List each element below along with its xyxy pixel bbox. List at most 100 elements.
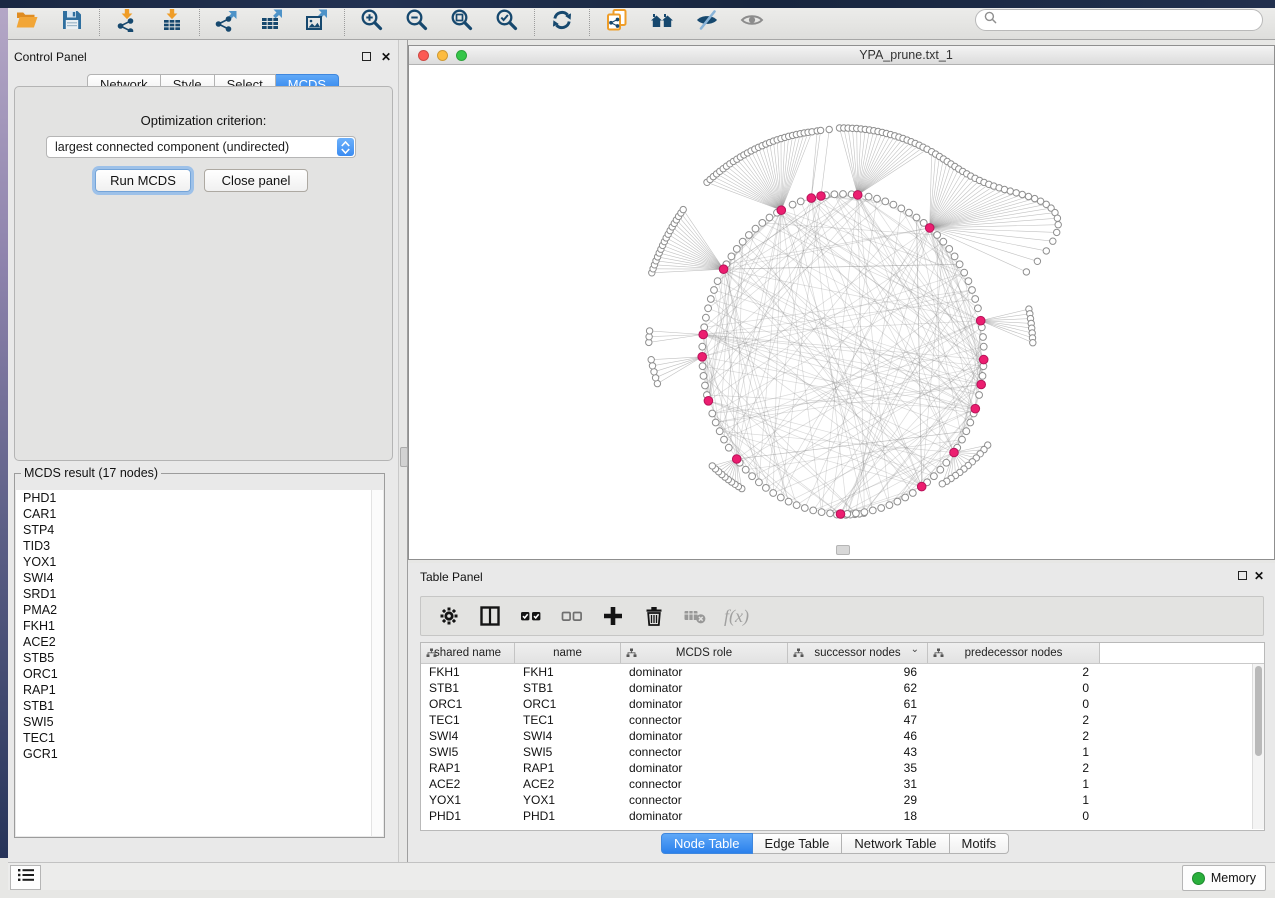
network-node[interactable] <box>965 278 972 285</box>
memory-button[interactable]: Memory <box>1182 865 1266 891</box>
network-node[interactable] <box>702 382 709 389</box>
network-node[interactable] <box>810 507 817 514</box>
column-header-MCDS-role[interactable]: MCDS role <box>621 643 788 663</box>
show-graphics-details-icon[interactable] <box>740 8 764 32</box>
network-node[interactable] <box>763 485 770 492</box>
table-options-icon[interactable] <box>437 604 461 628</box>
network-node[interactable] <box>1030 340 1036 346</box>
table-row[interactable]: STB1STB1dominator620 <box>421 680 1264 696</box>
mcds-result-list[interactable]: PHD1CAR1STP4TID3YOX1SWI4SRD1PMA2FKH1ACE2… <box>16 490 383 836</box>
toggle-columns-icon[interactable] <box>478 604 502 628</box>
mcds-network-node[interactable] <box>836 510 845 519</box>
import-network-icon[interactable] <box>115 8 139 32</box>
close-panel-button[interactable]: Close panel <box>204 169 308 192</box>
mcds-result-item[interactable]: ORC1 <box>16 666 383 682</box>
network-node[interactable] <box>976 392 983 399</box>
network-node[interactable] <box>1050 238 1056 244</box>
mcds-network-node[interactable] <box>698 353 707 362</box>
mcds-result-item[interactable]: TEC1 <box>16 730 383 746</box>
network-node[interactable] <box>680 206 686 212</box>
network-node[interactable] <box>709 463 715 469</box>
network-node[interactable] <box>827 510 834 517</box>
mcds-result-item[interactable]: FKH1 <box>16 618 383 634</box>
network-node[interactable] <box>1055 222 1061 228</box>
mcds-network-node[interactable] <box>950 448 959 457</box>
column-header-name[interactable]: name <box>515 643 621 663</box>
mcds-network-node[interactable] <box>977 380 986 389</box>
mcds-network-node[interactable] <box>925 224 934 233</box>
network-node[interactable] <box>707 296 714 303</box>
network-node[interactable] <box>886 502 893 509</box>
network-node[interactable] <box>865 193 872 200</box>
network-node[interactable] <box>818 509 825 516</box>
mcds-network-node[interactable] <box>704 397 713 406</box>
network-node[interactable] <box>770 490 777 497</box>
network-node[interactable] <box>649 363 655 369</box>
first-neighbors-icon[interactable] <box>650 8 674 32</box>
table-row[interactable]: FKH1FKH1dominator962 <box>421 664 1264 680</box>
mcds-network-node[interactable] <box>732 455 741 464</box>
network-node[interactable] <box>766 214 773 221</box>
mcds-network-node[interactable] <box>917 482 926 491</box>
mcds-list-scrollbar[interactable] <box>371 490 383 836</box>
tab-node-table[interactable]: Node Table <box>661 833 753 854</box>
zoom-selected-icon[interactable] <box>495 8 519 32</box>
network-node[interactable] <box>963 428 970 435</box>
network-node[interactable] <box>793 502 800 509</box>
window-close-icon[interactable] <box>418 50 429 61</box>
network-node[interactable] <box>1023 269 1029 275</box>
network-node[interactable] <box>714 278 721 285</box>
mcds-network-node[interactable] <box>971 404 980 413</box>
select-all-rows-icon[interactable] <box>519 604 543 628</box>
column-header-predecessor-nodes[interactable]: predecessor nodes <box>928 643 1100 663</box>
mcds-result-item[interactable]: YOX1 <box>16 554 383 570</box>
splitter-handle[interactable] <box>400 447 408 467</box>
network-graph[interactable] <box>410 64 1275 558</box>
search-input[interactable] <box>1001 12 1256 28</box>
optimization-criterion-select[interactable]: largest connected component (undirected) <box>46 136 356 158</box>
window-minimize-icon[interactable] <box>437 50 448 61</box>
network-node[interactable] <box>652 375 658 381</box>
mcds-network-node[interactable] <box>976 316 985 325</box>
network-node[interactable] <box>831 191 838 198</box>
task-history-button[interactable] <box>10 865 41 890</box>
table-row[interactable]: TEC1TEC1connector472 <box>421 712 1264 728</box>
table-row[interactable]: SWI4SWI4dominator462 <box>421 728 1264 744</box>
network-node[interactable] <box>946 246 953 253</box>
network-node[interactable] <box>882 198 889 205</box>
mcds-network-node[interactable] <box>853 191 862 200</box>
network-node[interactable] <box>906 209 913 216</box>
network-node[interactable] <box>840 191 847 198</box>
network-node[interactable] <box>739 238 746 245</box>
zoom-fit-icon[interactable] <box>450 8 474 32</box>
search-field[interactable] <box>975 9 1263 31</box>
network-node[interactable] <box>785 498 792 505</box>
network-node[interactable] <box>1034 258 1040 264</box>
network-node[interactable] <box>972 296 979 303</box>
network-node[interactable] <box>742 466 749 473</box>
network-node[interactable] <box>789 201 796 208</box>
network-node[interactable] <box>752 225 759 232</box>
network-node[interactable] <box>956 261 963 268</box>
zoom-out-icon[interactable] <box>405 8 429 32</box>
network-node[interactable] <box>651 369 657 375</box>
mcds-result-item[interactable]: TID3 <box>16 538 383 554</box>
mcds-result-item[interactable]: ACE2 <box>16 634 383 650</box>
network-node[interactable] <box>721 436 728 443</box>
network-node[interactable] <box>705 305 712 312</box>
save-session-icon[interactable] <box>60 8 84 32</box>
mcds-result-item[interactable]: SRD1 <box>16 586 383 602</box>
hide-graphics-details-icon[interactable] <box>695 8 719 32</box>
network-node[interactable] <box>980 343 987 350</box>
network-node[interactable] <box>699 363 706 370</box>
tab-motifs[interactable]: Motifs <box>950 833 1010 854</box>
export-table-icon[interactable] <box>260 8 284 32</box>
table-panel-close-icon[interactable]: ✕ <box>1254 571 1264 581</box>
network-node[interactable] <box>709 410 716 417</box>
network-node[interactable] <box>756 479 763 486</box>
zoom-in-icon[interactable] <box>360 8 384 32</box>
table-row[interactable]: PHD1PHD1dominator180 <box>421 808 1264 824</box>
network-node[interactable] <box>700 373 707 380</box>
network-node[interactable] <box>1025 193 1031 199</box>
import-table-icon[interactable] <box>160 8 184 32</box>
